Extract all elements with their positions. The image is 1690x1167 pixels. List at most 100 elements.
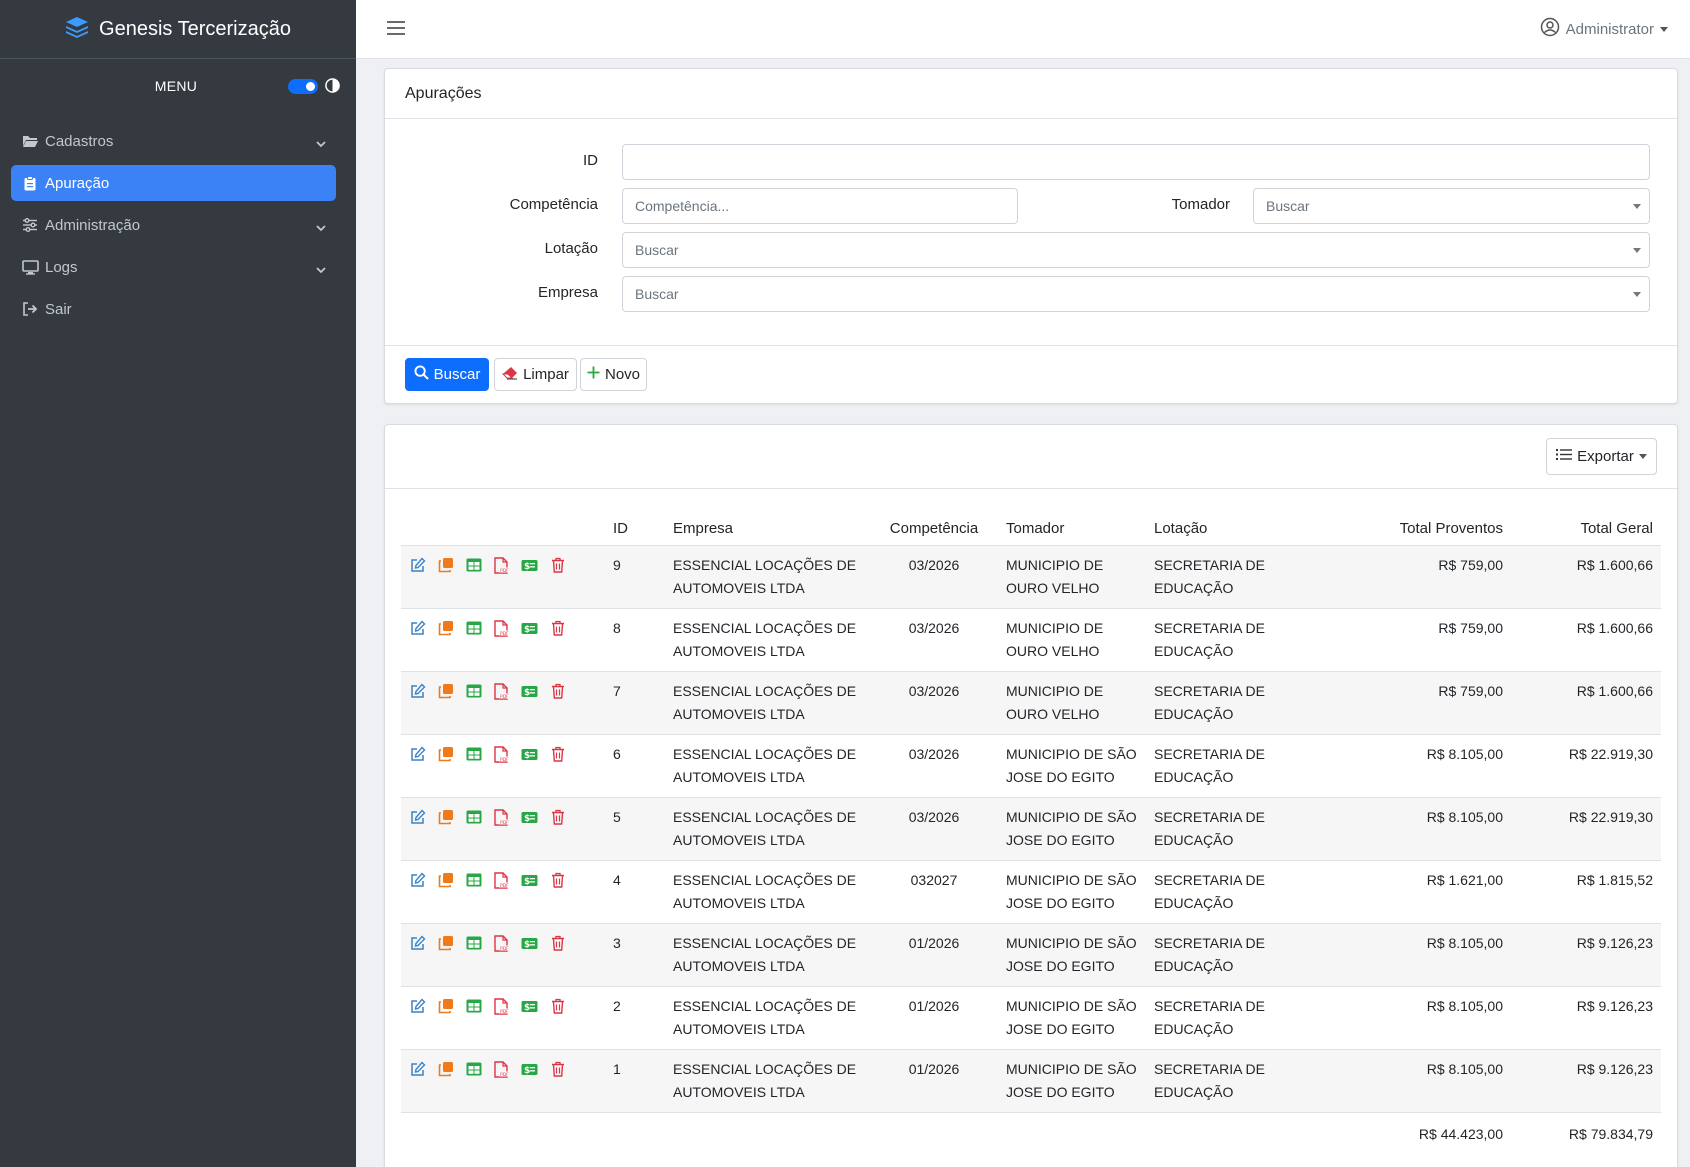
pdf-icon[interactable]: PDF <box>493 871 510 889</box>
trash-icon[interactable] <box>549 935 566 952</box>
money-icon[interactable]: $ <box>521 872 538 889</box>
edit-icon[interactable] <box>409 935 426 952</box>
column-header-total-geral[interactable]: Total Geral <box>1511 513 1661 546</box>
row-actions: PDF $ <box>401 797 605 861</box>
empresa-select[interactable]: Buscar <box>622 276 1650 312</box>
spreadsheet-icon[interactable] <box>465 746 482 763</box>
brand[interactable]: Genesis Tercerização <box>0 0 356 59</box>
money-icon[interactable]: $ <box>521 809 538 826</box>
sliders-icon <box>21 218 39 232</box>
column-header-lotacao[interactable]: Lotação <box>1146 513 1316 546</box>
edit-icon[interactable] <box>409 872 426 889</box>
copy-icon[interactable] <box>437 935 454 952</box>
money-icon[interactable]: $ <box>521 620 538 637</box>
tomador-select[interactable]: Buscar <box>1253 188 1650 224</box>
cell-competencia: 03/2026 <box>870 545 998 609</box>
cell-id: 3 <box>605 923 665 987</box>
copy-icon[interactable] <box>437 620 454 637</box>
contrast-icon[interactable] <box>325 78 340 97</box>
cell-total-geral: R$ 1.600,66 <box>1511 608 1661 672</box>
export-button[interactable]: Exportar <box>1546 438 1657 475</box>
trash-icon[interactable] <box>549 998 566 1015</box>
sidebar-item-sair[interactable]: Sair <box>11 291 336 327</box>
edit-icon[interactable] <box>409 557 426 574</box>
pdf-icon[interactable]: PDF <box>493 808 510 826</box>
money-icon[interactable]: $ <box>521 557 538 574</box>
sidebar-item-logs[interactable]: Logs <box>11 249 336 285</box>
pdf-icon[interactable]: PDF <box>493 997 510 1015</box>
cell-id: 1 <box>605 1049 665 1113</box>
pdf-icon[interactable]: PDF <box>493 556 510 574</box>
trash-icon[interactable] <box>549 746 566 763</box>
id-input[interactable] <box>622 144 1650 180</box>
trash-icon[interactable] <box>549 557 566 574</box>
cell-empresa: ESSENCIAL LOCAÇÕES DE AUTOMOVEIS LTDA <box>665 545 870 609</box>
hamburger-icon[interactable] <box>386 20 406 40</box>
svg-text:PDF: PDF <box>500 820 509 826</box>
column-header-tomador[interactable]: Tomador <box>998 513 1146 546</box>
edit-icon[interactable] <box>409 1061 426 1078</box>
copy-icon[interactable] <box>437 746 454 763</box>
theme-toggle[interactable] <box>288 79 318 94</box>
svg-text:$: $ <box>524 562 530 572</box>
edit-icon[interactable] <box>409 620 426 637</box>
lotacao-select[interactable]: Buscar <box>622 232 1650 268</box>
sidebar-item-administracao[interactable]: Administração <box>11 207 336 243</box>
column-header-total-proventos[interactable]: Total Proventos <box>1316 513 1511 546</box>
cell-competencia: 03/2026 <box>870 797 998 861</box>
svg-text:$: $ <box>524 940 530 950</box>
pdf-icon[interactable]: PDF <box>493 1060 510 1078</box>
column-header-competencia[interactable]: Competência <box>870 513 998 546</box>
trash-icon[interactable] <box>549 1061 566 1078</box>
buscar-button[interactable]: Buscar <box>405 358 489 391</box>
column-header-empresa[interactable]: Empresa <box>665 513 870 546</box>
trash-icon[interactable] <box>549 809 566 826</box>
edit-icon[interactable] <box>409 683 426 700</box>
spreadsheet-icon[interactable] <box>465 998 482 1015</box>
edit-icon[interactable] <box>409 746 426 763</box>
pdf-icon[interactable]: PDF <box>493 682 510 700</box>
limpar-label: Limpar <box>523 366 569 383</box>
spreadsheet-icon[interactable] <box>465 1061 482 1078</box>
plus-icon <box>587 366 600 383</box>
copy-icon[interactable] <box>437 1061 454 1078</box>
spreadsheet-icon[interactable] <box>465 809 482 826</box>
dropdown-arrow-icon <box>1633 204 1641 209</box>
trash-icon[interactable] <box>549 620 566 637</box>
spreadsheet-icon[interactable] <box>465 872 482 889</box>
copy-icon[interactable] <box>437 872 454 889</box>
copy-icon[interactable] <box>437 557 454 574</box>
cell-tomador: MUNICIPIO DE OURO VELHO <box>998 608 1146 672</box>
copy-icon[interactable] <box>437 998 454 1015</box>
column-header-id[interactable]: ID <box>605 513 665 546</box>
copy-icon[interactable] <box>437 809 454 826</box>
trash-icon[interactable] <box>549 872 566 889</box>
cell-total-geral: R$ 1.600,66 <box>1511 671 1661 735</box>
money-icon[interactable]: $ <box>521 998 538 1015</box>
pdf-icon[interactable]: PDF <box>493 619 510 637</box>
row-actions: PDF $ <box>401 671 605 735</box>
trash-icon[interactable] <box>549 683 566 700</box>
spreadsheet-icon[interactable] <box>465 557 482 574</box>
user-menu[interactable]: Administrator <box>1540 17 1668 41</box>
money-icon[interactable]: $ <box>521 1061 538 1078</box>
pdf-icon[interactable]: PDF <box>493 934 510 952</box>
novo-label: Novo <box>604 366 641 383</box>
money-icon[interactable]: $ <box>521 935 538 952</box>
edit-icon[interactable] <box>409 998 426 1015</box>
spreadsheet-icon[interactable] <box>465 620 482 637</box>
money-icon[interactable]: $ <box>521 746 538 763</box>
money-icon[interactable]: $ <box>521 683 538 700</box>
pdf-icon[interactable]: PDF <box>493 745 510 763</box>
limpar-button[interactable]: Limpar <box>494 358 577 391</box>
edit-icon[interactable] <box>409 809 426 826</box>
novo-button[interactable]: Novo <box>580 358 647 391</box>
competencia-input[interactable]: Competência... <box>622 188 1018 224</box>
spreadsheet-icon[interactable] <box>465 683 482 700</box>
cell-empresa: ESSENCIAL LOCAÇÕES DE AUTOMOVEIS LTDA <box>665 1049 870 1113</box>
cell-id: 9 <box>605 545 665 609</box>
spreadsheet-icon[interactable] <box>465 935 482 952</box>
sidebar-item-cadastros[interactable]: Cadastros <box>11 123 336 159</box>
copy-icon[interactable] <box>437 683 454 700</box>
sidebar-item-apuracao[interactable]: Apuração <box>11 165 336 201</box>
